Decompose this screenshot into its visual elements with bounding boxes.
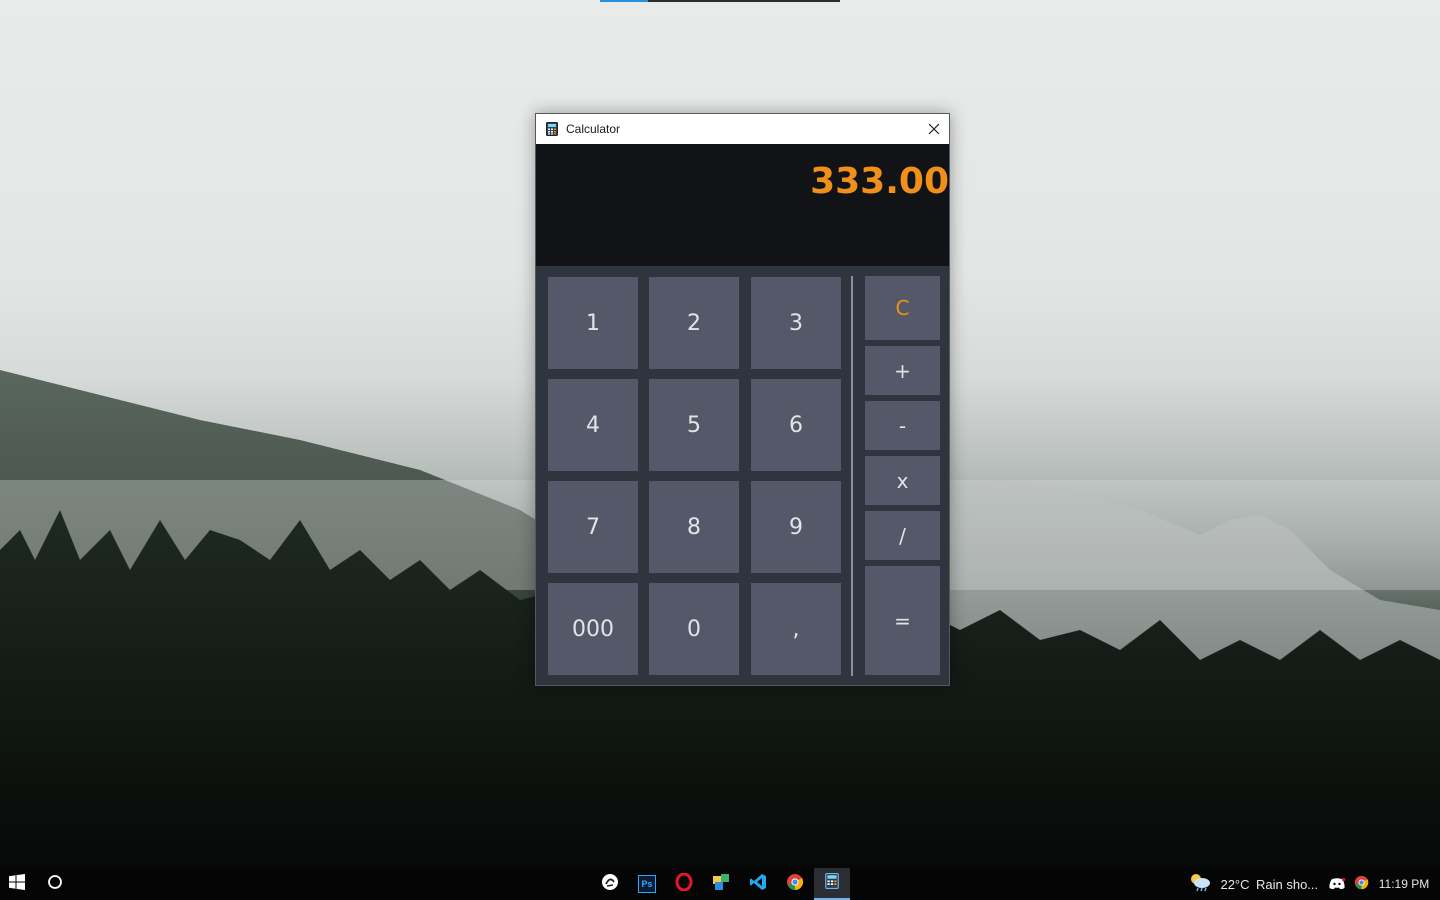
weather-rain-icon bbox=[1188, 872, 1212, 896]
chrome-icon bbox=[1354, 875, 1369, 894]
chrome-icon bbox=[786, 873, 804, 895]
key-3[interactable]: 3 bbox=[751, 277, 841, 369]
window-title: Calculator bbox=[566, 122, 621, 136]
key-comma[interactable]: , bbox=[751, 583, 841, 675]
minus-button[interactable]: - bbox=[865, 401, 940, 450]
weather-desc-wrap[interactable]: Rain sho... bbox=[1256, 868, 1324, 900]
key-8[interactable]: 8 bbox=[649, 481, 739, 573]
opera-icon bbox=[675, 872, 693, 895]
close-button[interactable] bbox=[919, 114, 949, 144]
display-value: 333.00 bbox=[810, 161, 949, 202]
calculator-icon bbox=[825, 873, 839, 893]
key-1[interactable]: 1 bbox=[548, 277, 638, 369]
key-000[interactable]: 000 bbox=[548, 583, 638, 675]
keypad-divider bbox=[851, 276, 853, 676]
result-display: 333.00 bbox=[536, 144, 949, 266]
key-9[interactable]: 9 bbox=[751, 481, 841, 573]
plus-button[interactable]: + bbox=[865, 346, 940, 395]
equals-button[interactable]: = bbox=[865, 566, 940, 675]
key-7[interactable]: 7 bbox=[548, 481, 638, 573]
taskbar-app-notes[interactable] bbox=[703, 868, 739, 900]
taskbar-app-opera[interactable] bbox=[666, 868, 702, 900]
windows-start-icon bbox=[9, 874, 25, 894]
taskbar-app-chrome[interactable] bbox=[777, 868, 813, 900]
title-bar[interactable]: Calculator bbox=[536, 114, 949, 144]
tray-chrome[interactable] bbox=[1350, 868, 1372, 900]
weather-temperature: 22°C bbox=[1220, 876, 1250, 892]
key-6[interactable]: 6 bbox=[751, 379, 841, 471]
keypad: 1 2 3 4 5 6 7 8 9 000 0 , C + - x / = bbox=[536, 266, 949, 687]
multiply-button[interactable]: x bbox=[865, 456, 940, 505]
key-5[interactable]: 5 bbox=[649, 379, 739, 471]
close-icon bbox=[928, 120, 940, 139]
discord-icon bbox=[1329, 875, 1346, 894]
calculator-icon bbox=[546, 122, 558, 136]
top-progress-fill bbox=[600, 0, 648, 2]
clock-time: 11:19 PM bbox=[1378, 877, 1430, 891]
cortana-circle-icon bbox=[47, 874, 63, 894]
cortana-button[interactable] bbox=[38, 868, 72, 900]
sticky-notes-icon bbox=[712, 873, 730, 895]
top-progress-bar bbox=[600, 0, 840, 2]
weather-temp-wrap[interactable]: 22°C bbox=[1218, 868, 1252, 900]
desktop: Calculator 333.00 1 2 3 4 5 6 7 8 9 000 bbox=[0, 0, 1440, 900]
calculator-window: Calculator 333.00 1 2 3 4 5 6 7 8 9 000 bbox=[535, 113, 950, 686]
key-4[interactable]: 4 bbox=[548, 379, 638, 471]
taskbar-app-calculator[interactable] bbox=[814, 868, 850, 900]
taskbar: Ps 22°C Rain sho... 11:19 PM bbox=[0, 868, 1440, 900]
start-button[interactable] bbox=[0, 868, 34, 900]
tray-discord[interactable] bbox=[1326, 868, 1348, 900]
key-0[interactable]: 0 bbox=[649, 583, 739, 675]
taskbar-app-vscode[interactable] bbox=[740, 868, 776, 900]
photoshop-icon: Ps bbox=[638, 875, 656, 893]
clear-button[interactable]: C bbox=[865, 276, 940, 340]
weather-widget-icon-wrap[interactable] bbox=[1186, 868, 1214, 900]
divide-button[interactable]: / bbox=[865, 511, 940, 560]
weather-description: Rain sho... bbox=[1256, 876, 1319, 892]
clock[interactable]: 11:19 PM bbox=[1376, 868, 1432, 900]
taskbar-app-pen[interactable] bbox=[592, 868, 628, 900]
taskbar-app-photoshop[interactable]: Ps bbox=[629, 868, 665, 900]
vscode-icon bbox=[749, 873, 767, 895]
key-2[interactable]: 2 bbox=[649, 277, 739, 369]
pen-tablet-icon bbox=[601, 873, 619, 895]
